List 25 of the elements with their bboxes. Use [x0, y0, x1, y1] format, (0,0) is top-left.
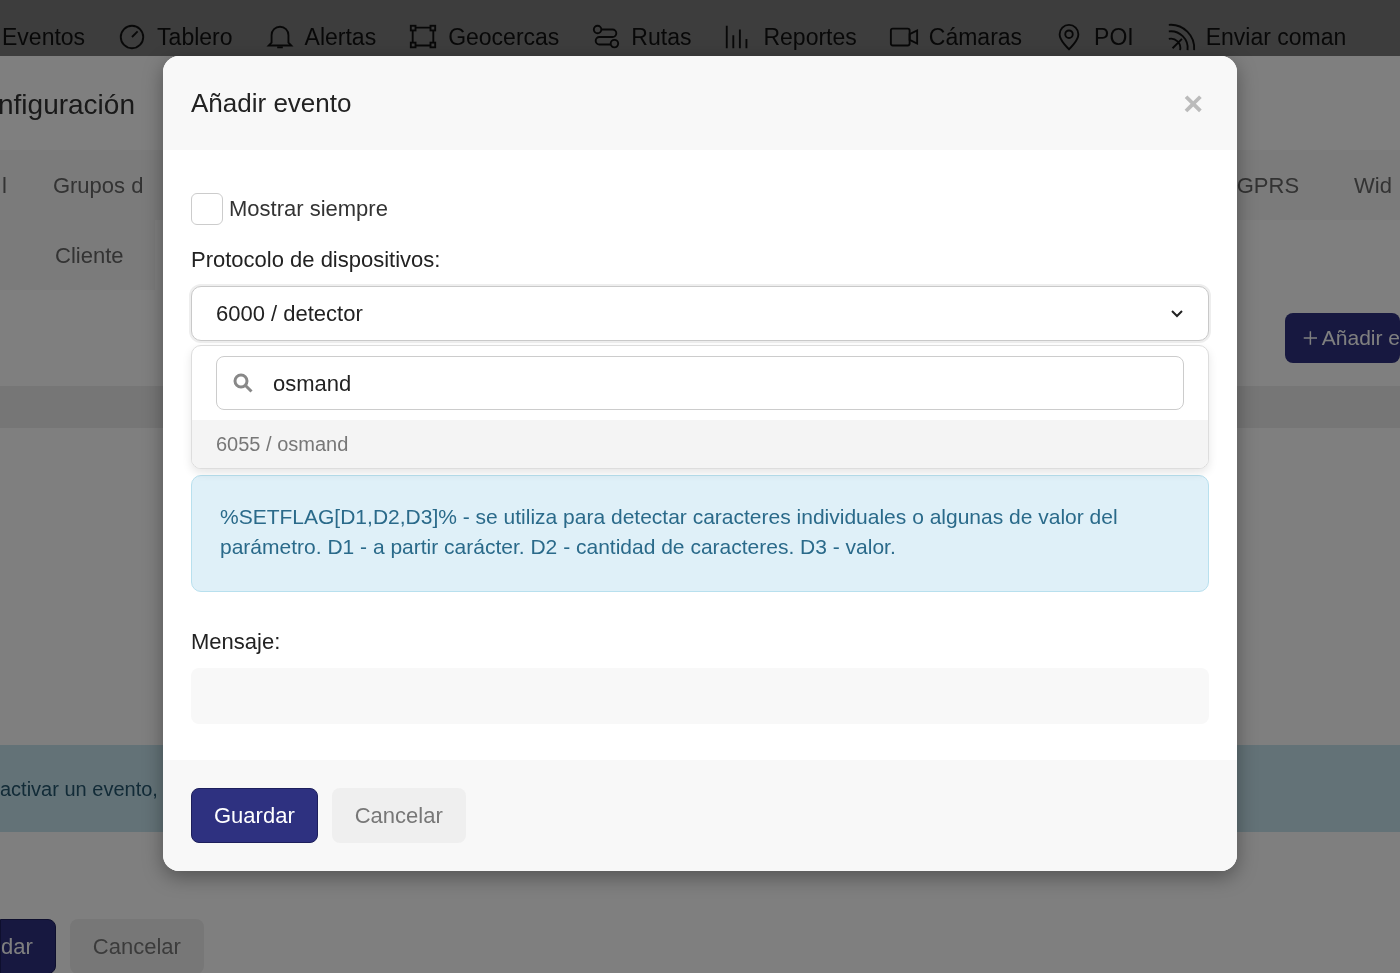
cancel-button[interactable]: Cancelar — [69, 919, 204, 973]
save-button[interactable]: Guardar — [191, 788, 318, 843]
tab[interactable]: Cliente — [0, 220, 156, 290]
save-button[interactable]: dar — [0, 919, 56, 973]
tab[interactable]: l — [2, 168, 7, 202]
info-alert: %SETFLAG[D1,D2,D3]% - se utiliza para detectar caracteres individuales o algunas de valor del parámetro. D1 - a partir carácter. D2 - cantidad de caracteres. D3 - valor. — [191, 475, 1209, 592]
dropdown-option[interactable]: 6055 / osmand — [192, 420, 1208, 468]
select-field[interactable]: 6000 / detector — [191, 286, 1209, 341]
tab[interactable]: GPRS — [1236, 168, 1300, 202]
add-button[interactable]: Añadir e — [1285, 313, 1400, 363]
close-button[interactable]: × — [1177, 86, 1209, 120]
tab[interactable]: Grupos d — [52, 168, 144, 202]
select-value: 6000 / detector — [216, 300, 363, 328]
tab[interactable]: Wid — [1354, 168, 1392, 202]
search-icon — [233, 373, 253, 393]
checkbox[interactable] — [191, 192, 223, 225]
page-title: nfiguración — [0, 88, 136, 122]
field-label: Protocolo de dispositivos: — [191, 246, 442, 274]
alert-text: activar un evento, — [0, 776, 158, 802]
search-field[interactable]: osmand — [216, 356, 1184, 410]
cancel-button[interactable]: Cancelar — [331, 788, 466, 843]
checkbox-label: Mostrar siempre — [229, 195, 388, 223]
modal-title: Añadir evento — [191, 86, 352, 120]
chevron-icon — [1170, 308, 1184, 319]
field-label: Mensaje: — [191, 628, 282, 656]
